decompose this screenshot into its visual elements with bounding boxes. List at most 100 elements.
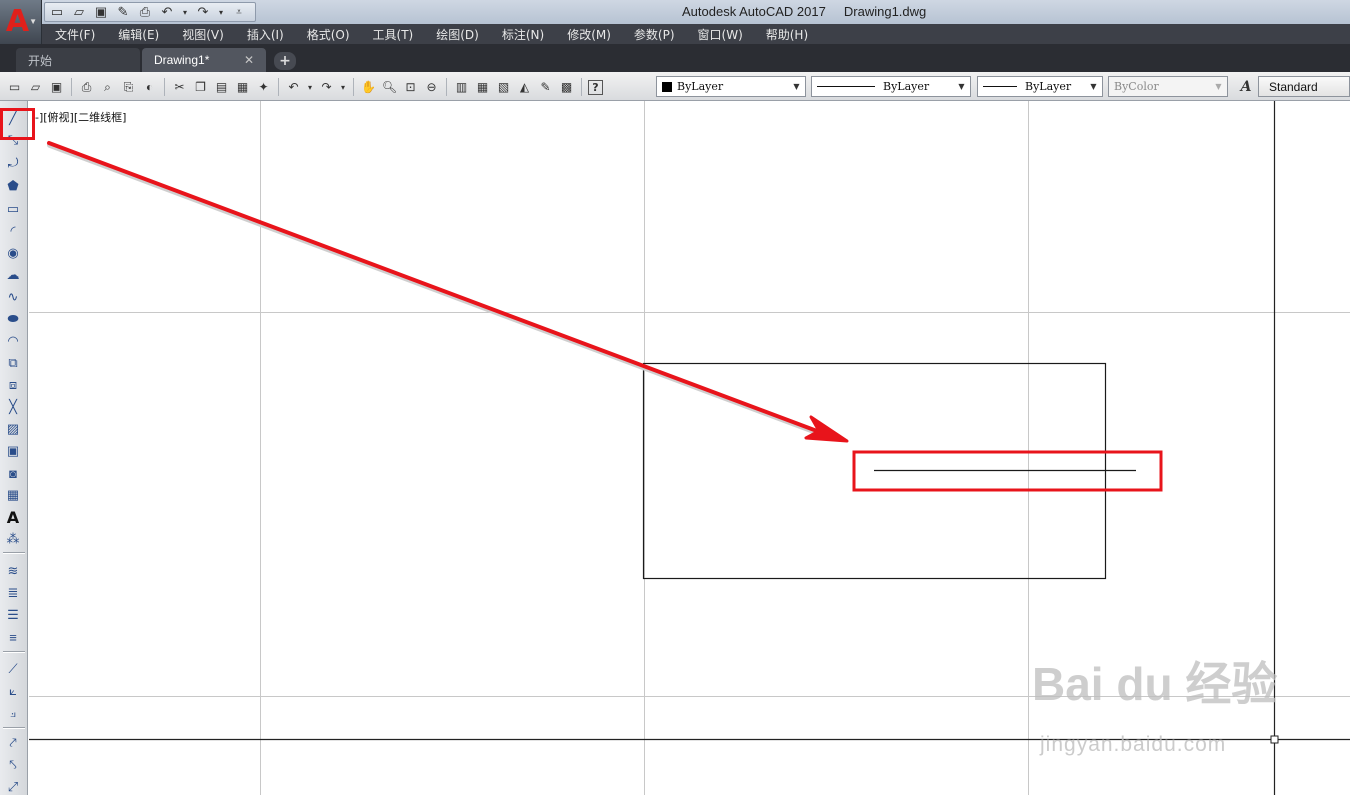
redo-icon[interactable]: ↷ — [195, 4, 211, 20]
close-icon[interactable]: ✕ — [244, 53, 254, 67]
print-icon[interactable]: ⎙ — [137, 4, 153, 20]
design-center-icon[interactable]: ▦ — [474, 79, 491, 96]
ellipse-icon[interactable]: ⬬ — [4, 310, 22, 328]
spline-icon[interactable]: ∿ — [4, 288, 22, 306]
menu-window[interactable]: 窗口(W) — [698, 26, 743, 43]
lineweight-preview — [983, 86, 1017, 87]
redo-icon[interactable]: ↷ — [318, 79, 335, 96]
tolerance-icon[interactable]: ⤢ — [4, 778, 22, 795]
dimension-angular-icon[interactable]: ⟀ — [4, 682, 22, 700]
menu-draw[interactable]: 绘图(D) — [436, 26, 479, 43]
zoom-realtime-icon[interactable]: 🔍︎ — [381, 79, 398, 96]
linetype-combo-value: ByLayer — [883, 80, 930, 93]
linetype-combo[interactable]: ByLayer ▼ — [811, 76, 971, 97]
lineweight-combo-value: ByLayer — [1025, 80, 1072, 93]
autocad-logo-icon: A — [5, 4, 30, 39]
menu-dimension[interactable]: 标注(N) — [502, 26, 544, 43]
block-editor-icon[interactable]: ✦ — [255, 79, 272, 96]
zoom-previous-icon[interactable]: ⊖ — [423, 79, 440, 96]
grip-marker[interactable] — [1270, 735, 1279, 744]
multileader-icon[interactable]: ⤣ — [4, 756, 22, 774]
application-menu-button[interactable]: A ▼ — [0, 0, 42, 44]
layer-match-icon[interactable]: ≡ — [4, 628, 22, 646]
menu-help[interactable]: 帮助(H) — [766, 26, 808, 43]
open-icon[interactable]: ▱ — [71, 4, 87, 20]
cut-icon[interactable]: ✂ — [171, 79, 188, 96]
redo-dropdown-icon[interactable]: ▾ — [339, 79, 347, 96]
tool-palettes-icon[interactable]: ▧ — [495, 79, 512, 96]
new-icon[interactable]: ▭ — [49, 4, 65, 20]
point-icon[interactable]: ╳ — [4, 398, 22, 416]
print-preview-icon[interactable]: ⌕ — [99, 79, 116, 96]
color-combo-value: ByLayer — [677, 80, 724, 93]
region-icon[interactable]: ◙ — [4, 464, 22, 482]
zoom-window-icon[interactable]: ⊡ — [402, 79, 419, 96]
publish-icon[interactable]: ⎘ — [120, 79, 137, 96]
add-selected-icon[interactable]: ⁂ — [4, 530, 22, 548]
menu-parametric[interactable]: 参数(P) — [634, 26, 675, 43]
sheet-set-icon[interactable]: ◭ — [516, 79, 533, 96]
lineweight-combo[interactable]: ByLayer ▼ — [977, 76, 1103, 97]
insert-block-icon[interactable]: ⧉ — [4, 354, 22, 372]
open-icon[interactable]: ▱ — [27, 79, 44, 96]
toolbar-separator — [3, 727, 25, 729]
customize-qat-icon[interactable]: ⩡ — [231, 4, 247, 20]
tab-start[interactable]: 开始 — [16, 48, 140, 72]
print-icon[interactable]: ⎙ — [78, 79, 95, 96]
help-icon[interactable]: ? — [588, 79, 603, 95]
properties-icon[interactable]: ▥ — [453, 79, 470, 96]
viewport-label[interactable]: -][俯视][二维线框] — [35, 109, 126, 125]
paste-icon[interactable]: ▤ — [213, 79, 230, 96]
redo-dropdown-icon[interactable]: ▾ — [217, 4, 225, 20]
saveas-icon[interactable]: ✎ — [115, 4, 131, 20]
menu-view[interactable]: 视图(V) — [182, 26, 224, 43]
gradient-icon[interactable]: ▣ — [4, 442, 22, 460]
save-icon[interactable]: ▣ — [93, 4, 109, 20]
text-style-control[interactable]: A Standard — [1234, 76, 1350, 97]
menu-edit[interactable]: 编辑(E) — [118, 26, 159, 43]
dimension-arc-icon[interactable]: ⟓ — [4, 704, 22, 722]
toolbar-separator — [581, 78, 582, 96]
markup-icon[interactable]: ✎ — [537, 79, 554, 96]
undo-dropdown-icon[interactable]: ▾ — [181, 4, 189, 20]
undo-icon[interactable]: ↶ — [159, 4, 175, 20]
ellipse-arc-icon[interactable]: ◠ — [4, 332, 22, 350]
layer-states-icon[interactable]: ≣ — [4, 584, 22, 602]
tab-drawing1-label: Drawing1* — [154, 53, 210, 67]
new-icon[interactable]: ▭ — [6, 79, 23, 96]
text-style-icon[interactable]: A — [1234, 76, 1258, 97]
copy-icon[interactable]: ❐ — [192, 79, 209, 96]
menu-modify[interactable]: 修改(M) — [567, 26, 611, 43]
arrow-shaft — [47, 141, 819, 433]
layer-previous-icon[interactable]: ☰ — [4, 606, 22, 624]
hatch-icon[interactable]: ▨ — [4, 420, 22, 438]
multiline-text-icon[interactable]: A — [4, 508, 22, 527]
undo-dropdown-icon[interactable]: ▾ — [306, 79, 314, 96]
layer-properties-icon[interactable]: ≋ — [4, 562, 22, 580]
new-tab-button[interactable]: + — [274, 52, 296, 70]
polygon-icon[interactable]: ⬟ — [4, 177, 22, 195]
undo-icon[interactable]: ↶ — [285, 79, 302, 96]
menu-insert[interactable]: 插入(I) — [247, 26, 284, 43]
quickcalc-icon[interactable]: ▩ — [558, 79, 575, 96]
menu-file[interactable]: 文件(F) — [55, 26, 95, 43]
dimension-icon[interactable]: ⟋ — [4, 660, 22, 678]
publish-3d-icon[interactable]: ◐ — [141, 79, 158, 96]
polyline-icon[interactable]: ⤾ — [4, 154, 22, 172]
menu-tools[interactable]: 工具(T) — [373, 26, 414, 43]
color-combo[interactable]: ByLayer ▼ — [656, 76, 806, 97]
tab-drawing1[interactable]: Drawing1* ✕ — [142, 48, 266, 72]
circle-icon[interactable]: ◉ — [4, 244, 22, 262]
arc-icon[interactable]: ◜ — [4, 222, 22, 240]
table-icon[interactable]: ▦ — [4, 486, 22, 504]
leader-icon[interactable]: ⤤ — [4, 734, 22, 752]
draw-toolbar: ╱ ⤡ ⤾ ⬟ ▭ ◜ ◉ ☁ ∿ ⬬ ◠ ⧉ ⧈ ╳ ▨ ▣ ◙ ▦ A ⁂ … — [0, 101, 28, 795]
revision-cloud-icon[interactable]: ☁ — [4, 266, 22, 284]
rectangle-icon[interactable]: ▭ — [4, 200, 22, 218]
save-icon[interactable]: ▣ — [48, 79, 65, 96]
plotstyle-combo: ByColor ▼ — [1108, 76, 1228, 97]
make-block-icon[interactable]: ⧈ — [4, 376, 22, 394]
pan-icon[interactable]: ✋ — [360, 79, 377, 96]
menu-format[interactable]: 格式(O) — [307, 26, 350, 43]
match-properties-icon[interactable]: ▦ — [234, 79, 251, 96]
